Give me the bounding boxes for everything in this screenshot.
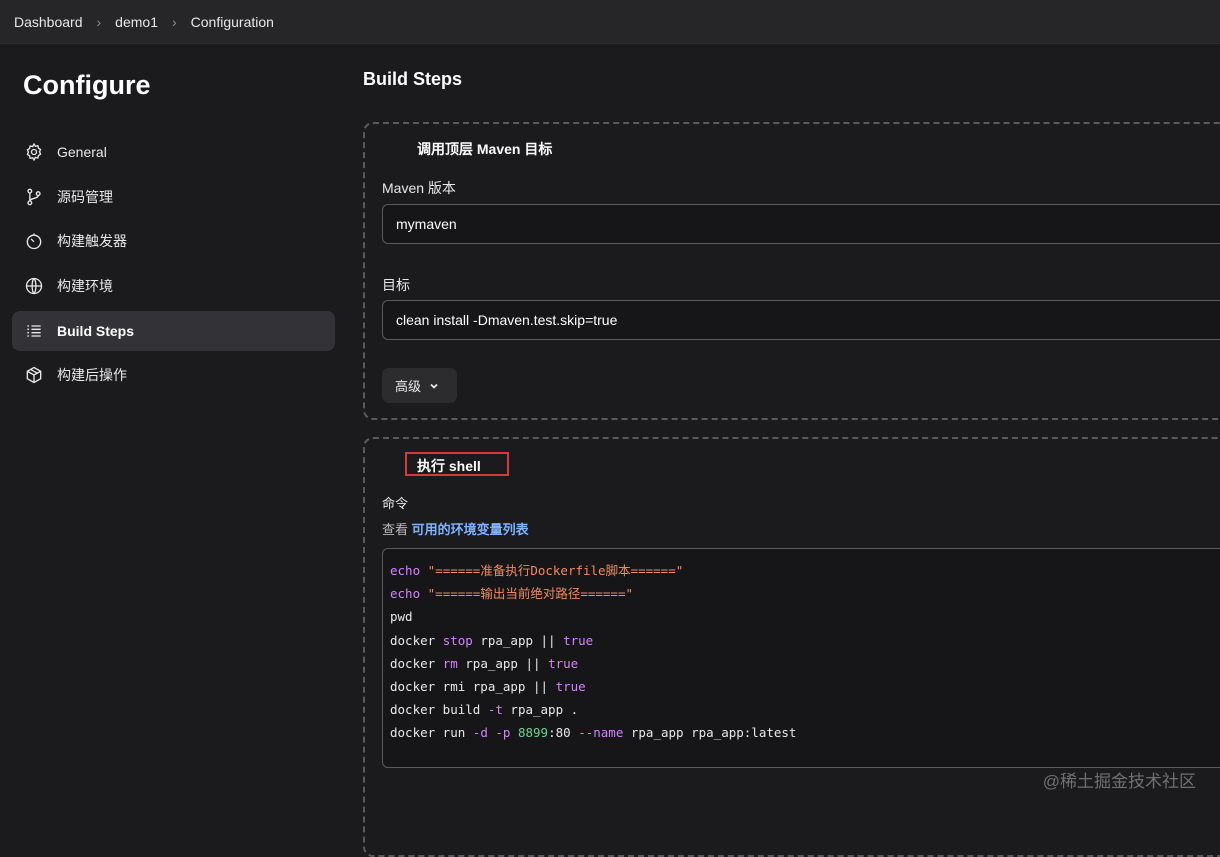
sidebar: Configure General 源码管理 构建触发器 构建环境 Build … [0,44,345,816]
shell-step-title: 执行 shell [417,458,481,474]
chevron-right-icon: › [171,13,177,30]
maven-build-step: 调用顶层 Maven 目标 Maven 版本 mymaven 目标 clean … [363,122,1220,420]
goals-field[interactable]: clean install -Dmaven.test.skip=true [382,300,1220,340]
command-label: 命令 [382,496,409,511]
sidebar-item-label: 构建后操作 [57,367,127,384]
sidebar-item-build-steps[interactable]: Build Steps [12,310,335,351]
breadcrumb-configuration[interactable]: Configuration [191,14,274,30]
package-icon [24,365,44,385]
globe-icon [24,276,44,296]
list-icon [24,321,44,341]
sidebar-item-build-environment[interactable]: 构建环境 [12,266,335,306]
chevron-right-icon: › [96,13,102,30]
code-line: echo "======准备执行Dockerfile脚本======" [390,563,684,578]
command-editor[interactable]: echo "======准备执行Dockerfile脚本======" echo … [382,548,1220,768]
advanced-button[interactable]: 高级 [382,368,457,403]
sidebar-item-post-build[interactable]: 构建后操作 [12,355,335,395]
gear-icon [24,142,44,162]
watermark: @稀土掘金技术社区 [1042,772,1196,791]
code-line: docker rm rpa_app || true [390,655,579,671]
shell-build-step: 执行 shell 命令 查看 可用的环境变量列表 echo "======准备执… [363,437,1220,857]
goals-label: 目标 [382,277,410,293]
maven-version-label: Maven 版本 [382,180,456,196]
chevron-down-icon [430,383,438,389]
advanced-button-label: 高级 [395,379,422,394]
env-vars-link[interactable]: 可用的环境变量列表 [412,522,529,537]
sidebar-item-label: General [57,144,107,160]
breadcrumb: Dashboard › demo1 › Configuration [0,0,1220,44]
sidebar-nav: General 源码管理 构建触发器 构建环境 Build Steps 构建后操… [12,132,335,400]
env-vars-help: 查看 可用的环境变量列表 [382,519,529,538]
sidebar-item-label: 构建环境 [57,278,113,295]
code-line: docker stop rpa_app || true [390,632,594,648]
branch-icon [24,187,44,207]
main-content: Build Steps 调用顶层 Maven 目标 Maven 版本 mymav… [363,44,1220,857]
sidebar-item-label: 源码管理 [57,188,113,205]
code-line: docker rmi rpa_app || true [390,678,586,694]
code-line: docker run -d -p 8899:80 --name rpa_app … [390,725,797,741]
section-title: Build Steps [363,69,463,89]
code-line: pwd [390,609,413,625]
sidebar-item-source-control[interactable]: 源码管理 [12,177,335,217]
help-prefix: 查看 [382,522,409,537]
code-line: echo "======输出当前绝对路径======" [390,586,633,602]
sidebar-item-general[interactable]: General [12,132,335,172]
code-line: docker build -t rpa_app . [390,702,579,718]
timer-icon [24,231,44,251]
page-title: Configure [23,70,151,100]
breadcrumb-dashboard[interactable]: Dashboard [14,14,83,30]
sidebar-item-build-triggers[interactable]: 构建触发器 [12,221,335,261]
maven-step-title: 调用顶层 Maven 目标 [417,141,553,157]
sidebar-item-label: Build Steps [57,322,135,339]
sidebar-item-label: 构建触发器 [57,233,127,250]
breadcrumb-demo1[interactable]: demo1 [115,14,158,30]
maven-version-field[interactable]: mymaven [382,204,1220,244]
